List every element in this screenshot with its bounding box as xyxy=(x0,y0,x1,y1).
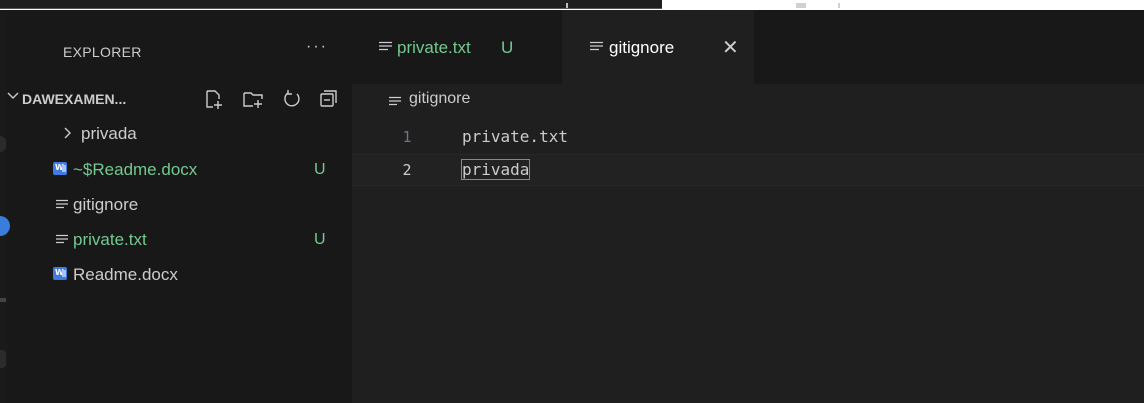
top-strip-mark xyxy=(838,3,840,8)
activity-bar-icon[interactable] xyxy=(0,350,6,368)
text-file-icon xyxy=(379,40,392,52)
chevron-down-icon[interactable] xyxy=(6,89,20,108)
editor-tab-bar: private.txt U gitignore ✕ xyxy=(352,10,1144,84)
new-file-icon[interactable] xyxy=(203,88,225,110)
code-line[interactable]: 1 private.txt xyxy=(352,122,1144,152)
activity-bar-active-indicator[interactable] xyxy=(0,216,10,236)
workspace-section-header[interactable]: DAWEXAMEN... xyxy=(0,84,352,114)
tree-item-label[interactable]: private.txt xyxy=(73,230,147,250)
tree-item-label[interactable]: Readme.docx xyxy=(73,265,178,285)
line-number: 2 xyxy=(402,161,412,179)
tab-private-txt[interactable]: private.txt U xyxy=(352,10,562,84)
collapse-all-icon[interactable] xyxy=(317,88,339,110)
explorer-title: EXPLORER xyxy=(63,44,142,60)
more-actions-icon[interactable]: ··· xyxy=(306,38,328,56)
line-number: 1 xyxy=(402,128,412,146)
tab-label[interactable]: private.txt xyxy=(397,38,471,58)
top-strip-mark xyxy=(566,3,568,8)
word-document-icon: W xyxy=(53,267,67,280)
code-text[interactable]: privada xyxy=(460,159,531,180)
tree-item-private-txt[interactable]: private.txt U xyxy=(31,224,352,254)
activity-bar-edge xyxy=(0,10,7,403)
activity-bar xyxy=(0,10,31,403)
tree-item-readme-lock[interactable]: W ~$Readme.docx U xyxy=(31,154,352,184)
tree-item-label[interactable]: ~$Readme.docx xyxy=(73,160,197,180)
tree-item-label[interactable]: privada xyxy=(81,124,137,144)
editor-area[interactable]: gitignore 1 private.txt 2 privada xyxy=(352,84,1144,403)
text-file-icon xyxy=(56,198,68,210)
vscode-window: EXPLORER ··· DAWEXAMEN... privada W ~$Re… xyxy=(0,10,1144,403)
tab-label[interactable]: gitignore xyxy=(609,38,674,58)
tree-item-readme[interactable]: W Readme.docx xyxy=(31,259,352,289)
close-icon[interactable]: ✕ xyxy=(722,35,739,60)
text-file-icon xyxy=(389,95,401,107)
tree-item-gitignore[interactable]: gitignore xyxy=(31,189,352,219)
new-folder-icon[interactable] xyxy=(242,88,264,110)
breadcrumb[interactable]: gitignore xyxy=(409,90,470,108)
top-strip-mark xyxy=(796,3,806,8)
activity-bar-icon[interactable] xyxy=(0,298,6,302)
code-text[interactable]: private.txt xyxy=(462,127,568,146)
tab-gitignore[interactable]: gitignore ✕ xyxy=(562,10,754,84)
top-strip-dark-region xyxy=(0,0,662,9)
tree-item-privada[interactable]: privada xyxy=(31,118,352,148)
tree-item-label[interactable]: gitignore xyxy=(73,195,138,215)
word-document-icon: W xyxy=(53,162,67,175)
workspace-folder-name[interactable]: DAWEXAMEN... xyxy=(22,91,126,107)
code-line-current[interactable]: 2 privada xyxy=(352,154,1144,186)
text-file-icon xyxy=(590,40,603,52)
refresh-icon[interactable] xyxy=(281,88,303,110)
explorer-header: EXPLORER ··· xyxy=(31,10,352,84)
top-strip xyxy=(0,0,1144,10)
chevron-right-icon[interactable] xyxy=(63,126,73,145)
untracked-badge: U xyxy=(314,161,326,178)
untracked-badge: U xyxy=(501,38,514,57)
untracked-badge: U xyxy=(314,231,326,248)
text-file-icon xyxy=(56,233,68,245)
